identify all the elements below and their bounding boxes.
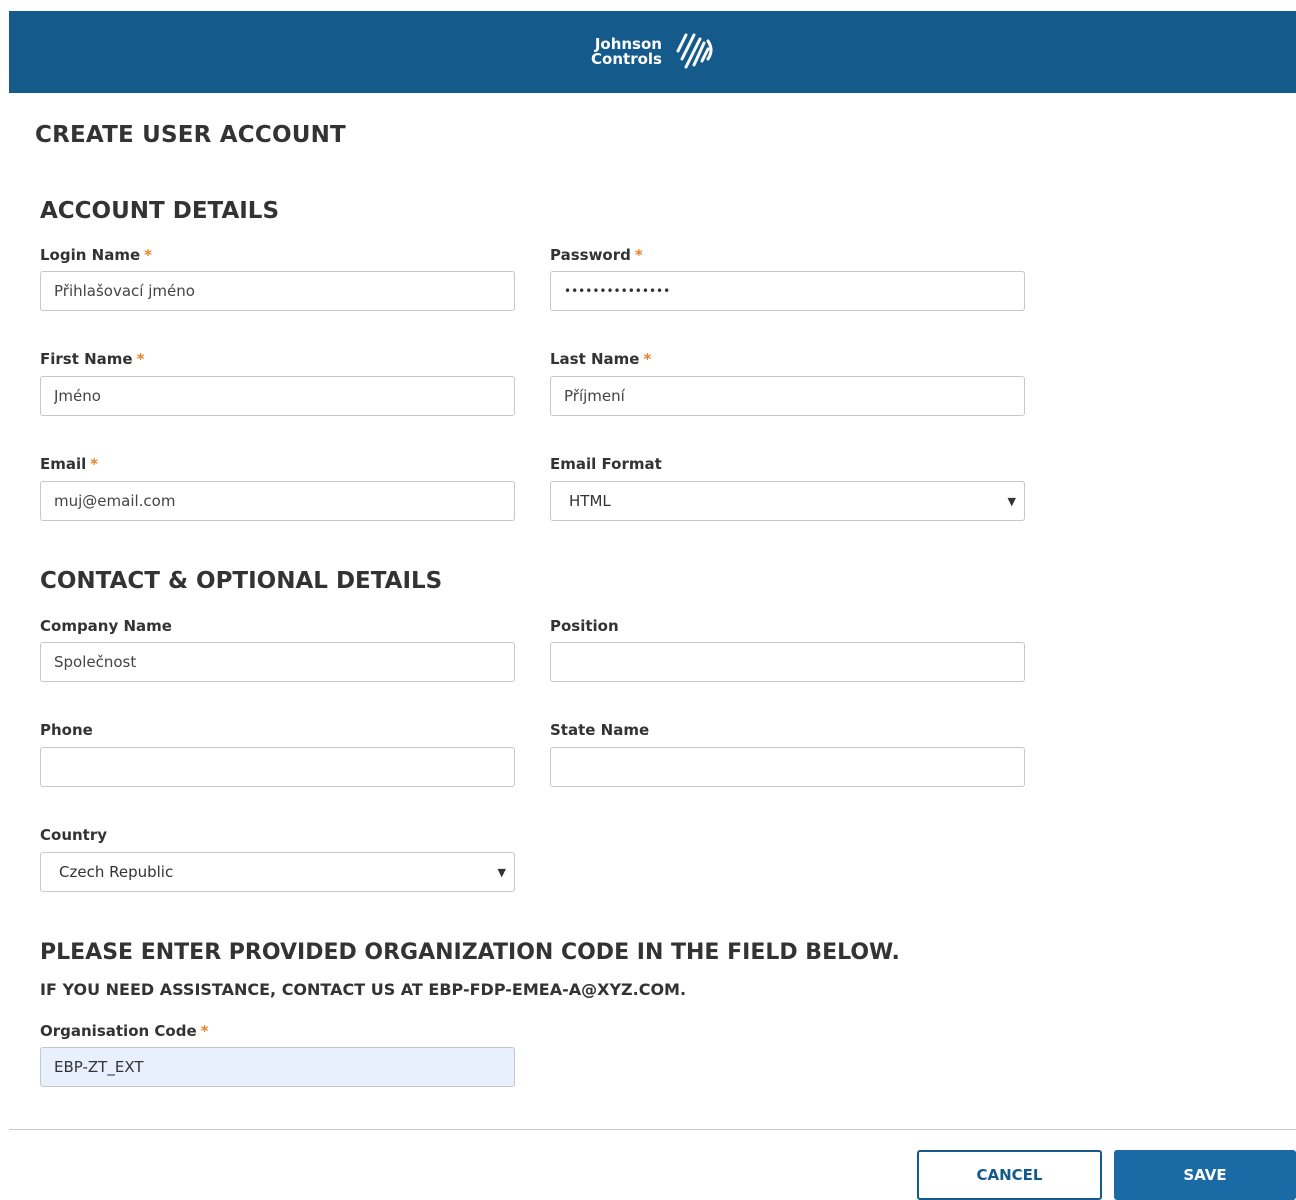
footer-divider xyxy=(9,1129,1296,1130)
login-name-label: Login Name * xyxy=(40,246,152,264)
state-name-label: State Name xyxy=(550,721,650,739)
password-label: Password * xyxy=(550,246,643,264)
state-name-input[interactable] xyxy=(550,747,1025,787)
email-input[interactable] xyxy=(40,481,515,521)
org-code-input[interactable] xyxy=(40,1047,515,1087)
first-name-label: First Name * xyxy=(40,350,145,368)
email-format-label: Email Format xyxy=(550,455,662,473)
country-select[interactable]: Czech Republic ▼ xyxy=(40,852,515,892)
company-name-input[interactable] xyxy=(40,642,515,682)
required-mark: * xyxy=(634,246,643,264)
cancel-button[interactable]: CANCEL xyxy=(917,1150,1102,1200)
required-mark: * xyxy=(200,1022,209,1040)
account-details-heading: ACCOUNT DETAILS xyxy=(40,198,280,224)
country-label: Country xyxy=(40,826,108,844)
contact-details-heading: CONTACT & OPTIONAL DETAILS xyxy=(40,568,443,594)
chevron-down-icon: ▼ xyxy=(497,866,506,879)
position-input[interactable] xyxy=(550,642,1025,682)
jci-wave-icon xyxy=(676,33,713,69)
email-format-select[interactable]: HTML ▼ xyxy=(550,481,1025,521)
app-header: Johnson Controls xyxy=(9,11,1296,93)
required-mark: * xyxy=(136,350,145,368)
chevron-down-icon: ▼ xyxy=(1007,495,1016,508)
org-code-notice: PLEASE ENTER PROVIDED ORGANIZATION CODE … xyxy=(40,940,900,965)
required-mark: * xyxy=(643,350,652,368)
required-mark: * xyxy=(90,455,99,473)
page-title: CREATE USER ACCOUNT xyxy=(35,122,346,148)
org-code-label: Organisation Code * xyxy=(40,1022,209,1040)
password-input[interactable] xyxy=(550,271,1025,311)
phone-input[interactable] xyxy=(40,747,515,787)
last-name-input[interactable] xyxy=(550,376,1025,416)
company-name-label: Company Name xyxy=(40,617,172,635)
login-name-input[interactable] xyxy=(40,271,515,311)
last-name-label: Last Name * xyxy=(550,350,652,368)
required-mark: * xyxy=(144,246,152,264)
first-name-input[interactable] xyxy=(40,376,515,416)
phone-label: Phone xyxy=(40,721,93,739)
email-label: Email * xyxy=(40,455,99,473)
position-label: Position xyxy=(550,617,619,635)
assistance-notice: IF YOU NEED ASSISTANCE, CONTACT US AT EB… xyxy=(40,980,687,999)
brand-wordmark: Johnson Controls xyxy=(591,35,662,68)
save-button[interactable]: SAVE xyxy=(1114,1150,1296,1200)
brand-logo[interactable]: Johnson Controls xyxy=(591,29,714,75)
